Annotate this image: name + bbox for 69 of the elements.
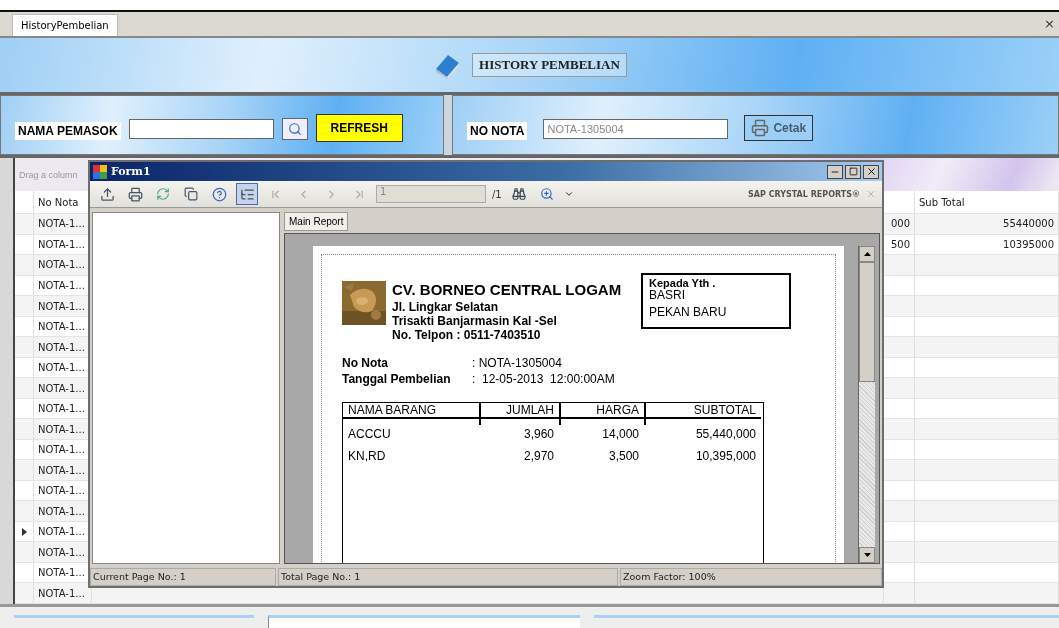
maximize-button[interactable] <box>845 164 861 179</box>
zoom-icon <box>539 187 554 201</box>
address-line: No. Telpon : 0511-7403510 <box>392 328 542 342</box>
upload-icon <box>99 186 115 202</box>
nota-label: NO NOTA <box>467 122 528 140</box>
table-cell: 10395000 <box>915 234 1059 255</box>
row-indicator-icon <box>21 527 27 536</box>
binoculars-icon <box>511 187 526 201</box>
tab[interactable]: HistoryPembelian <box>12 14 118 36</box>
refresh-icon <box>156 187 170 201</box>
table-cell-text: KN,RD <box>347 448 387 465</box>
brand-label: SAP CRYSTAL REPORTS® <box>748 189 860 199</box>
search-button[interactable] <box>281 118 308 140</box>
table-cell-text: 3,960 <box>522 426 555 443</box>
company-name: CV. BORNEO CENTRAL LOGAM <box>392 281 622 298</box>
field-value: : NOTA-1305004 <box>472 356 563 370</box>
page-total: /1 <box>492 188 502 200</box>
address-line: Jl. Lingkar Selatan <box>392 300 500 314</box>
recipient-label: Kepada Yth . <box>649 278 717 289</box>
table-cell-text: ACCCU <box>347 426 392 443</box>
copy-icon <box>184 187 198 201</box>
group-hint: Drag a column <box>19 169 78 180</box>
group-tree-button[interactable] <box>236 183 258 205</box>
column-header: HARGA <box>561 403 644 419</box>
field-label: No Nota <box>342 356 389 370</box>
status-text: Current Page No.: 1 <box>90 568 276 586</box>
recipient-city: PEKAN BARU <box>649 304 728 321</box>
address-line: Trisakti Banjarmasin Kal -Sel <box>392 314 558 328</box>
table-cell-text: 3,500 <box>607 448 640 465</box>
column-header: Sub Total <box>915 191 1059 214</box>
table-cell-text: 2,970 <box>522 448 555 465</box>
status-text: Zoom Factor: 100% <box>620 568 882 586</box>
help-icon <box>211 186 227 202</box>
maximize-icon <box>848 167 858 176</box>
page-title: HISTORY PEMBELIAN <box>472 53 627 77</box>
close-icon <box>866 189 876 199</box>
table-cell-text: 55,440,000 <box>694 426 757 443</box>
recipient-name: BASRI <box>649 289 685 301</box>
close-button[interactable] <box>863 164 879 179</box>
window-title: Form1 <box>111 165 151 178</box>
column-header: NAMA BARANG <box>343 403 479 419</box>
printer-icon <box>751 119 770 137</box>
app-icon <box>93 164 107 179</box>
close-button[interactable]: × <box>1040 16 1059 36</box>
tree-icon <box>239 186 255 202</box>
caret-icon <box>563 189 574 199</box>
supplier-label: NAMA PEMASOK <box>15 122 121 140</box>
down-arrow-icon <box>863 553 871 557</box>
close-icon <box>865 166 877 177</box>
printer-icon <box>127 186 143 202</box>
minimize-button[interactable] <box>827 164 843 179</box>
field-label: Tanggal Pembelian <box>342 372 452 386</box>
scroll-up-button[interactable] <box>859 246 875 262</box>
table-cell-text: 14,000 <box>601 426 640 443</box>
print-button[interactable]: Cetak <box>744 115 814 141</box>
field-value: : 12-05-2013 12:00:00AM <box>472 372 616 386</box>
supplier-field[interactable] <box>128 119 274 139</box>
up-arrow-icon <box>863 252 871 256</box>
report-tab[interactable]: Main Report <box>284 212 349 231</box>
scroll-down-button[interactable] <box>859 547 875 563</box>
nota-field[interactable]: NOTA-1305004 <box>543 119 729 139</box>
refresh-button[interactable]: REFRESH <box>315 114 403 142</box>
search-icon <box>287 122 302 136</box>
table-cell-text: 10,395,000 <box>694 448 757 465</box>
column-header: SUBTOTAL <box>646 403 761 419</box>
column-header: JUMLAH <box>481 403 559 419</box>
scroll-thumb[interactable] <box>859 262 875 382</box>
status-text: Total Page No.: 1 <box>278 568 618 586</box>
table-cell: 55440000 <box>915 214 1059 234</box>
